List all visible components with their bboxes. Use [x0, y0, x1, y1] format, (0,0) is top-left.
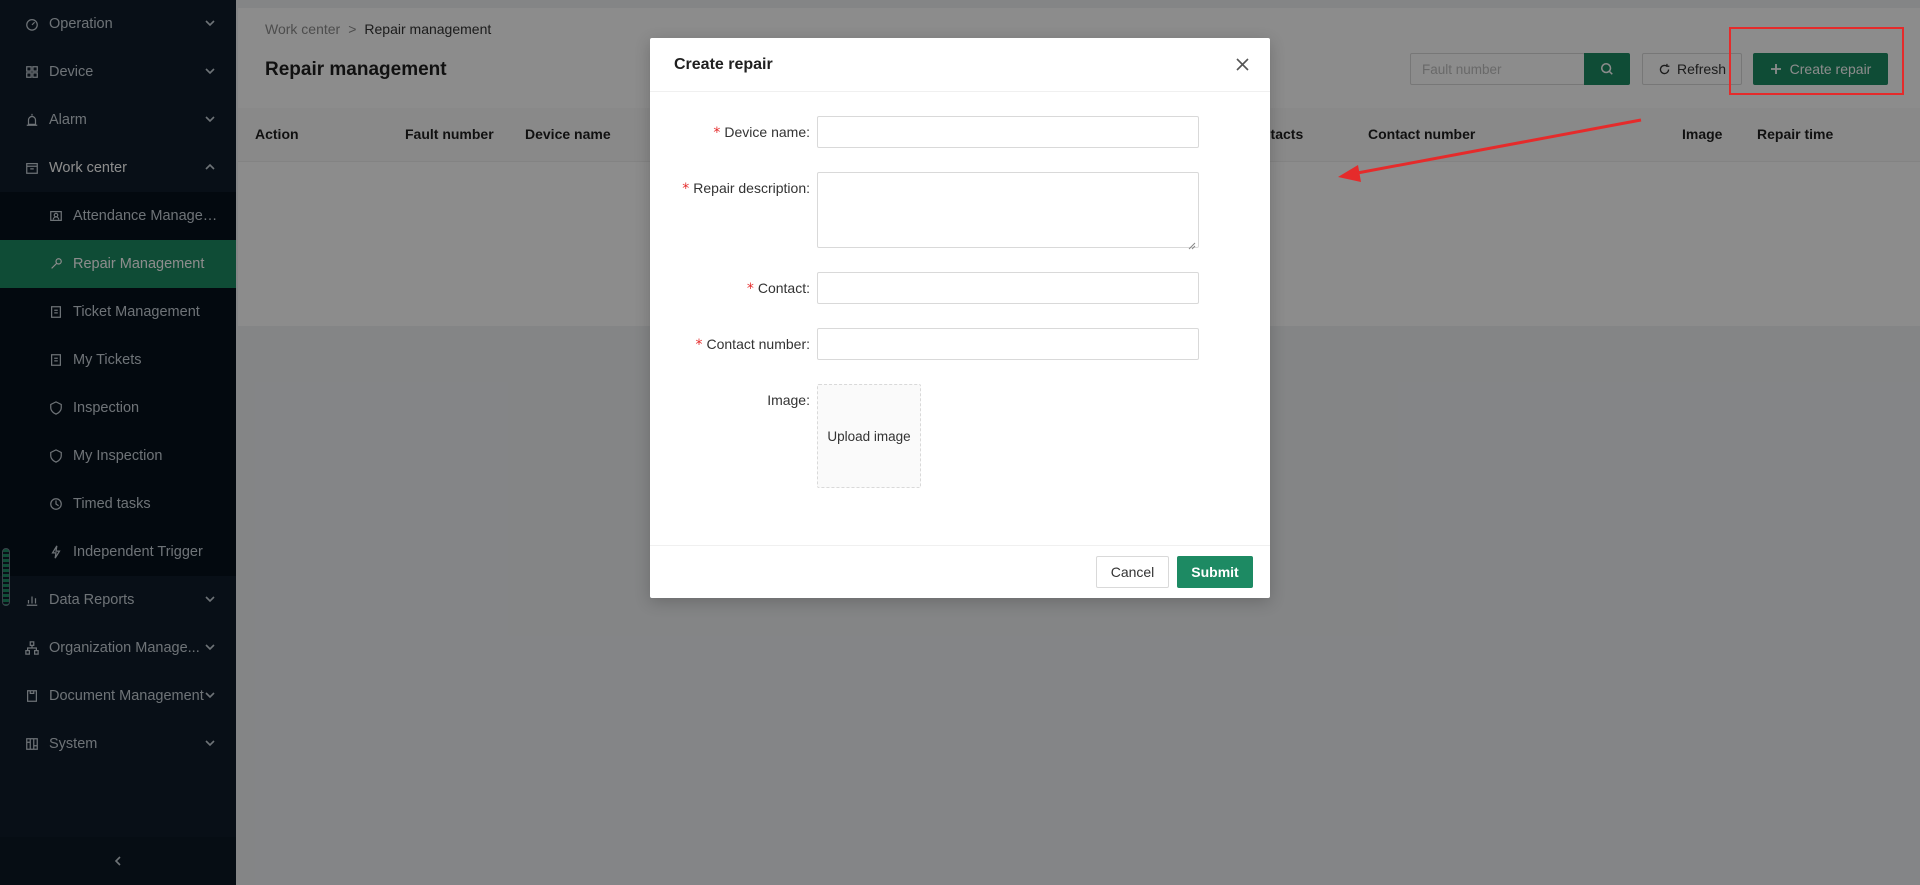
modal-title: Create repair: [674, 55, 773, 73]
repair-description-textarea[interactable]: [817, 172, 1199, 250]
contact-number-input[interactable]: [817, 328, 1199, 360]
create-repair-modal: Create repair * Device name: * Repair desc…: [650, 38, 1270, 598]
resize-grip-icon[interactable]: [1188, 237, 1196, 250]
device-name-label-text: Device name: [724, 124, 807, 140]
required-mark: *: [713, 125, 721, 141]
repair-description-label: * Repair description:: [682, 180, 810, 197]
modal-header: Create repair: [650, 38, 1270, 92]
image-label: Image:: [767, 392, 810, 408]
required-mark: *: [695, 337, 703, 353]
label-colon: :: [806, 280, 810, 296]
device-name-input[interactable]: [817, 116, 1199, 148]
required-mark: *: [746, 281, 754, 297]
cancel-button[interactable]: Cancel: [1096, 556, 1169, 588]
label-colon: :: [806, 336, 810, 352]
contact-label: * Contact:: [747, 280, 810, 297]
repair-description-label-text: Repair description: [693, 180, 807, 196]
contact-number-label: * Contact number:: [696, 336, 811, 353]
device-name-label: * Device name:: [713, 124, 810, 141]
submit-button[interactable]: Submit: [1177, 556, 1253, 588]
label-colon: :: [806, 180, 810, 196]
label-colon: :: [806, 124, 810, 140]
contact-label-text: Contact: [757, 280, 807, 296]
contact-input[interactable]: [817, 272, 1199, 304]
image-label-text: Image: [767, 392, 807, 408]
modal-footer: Cancel Submit: [650, 545, 1270, 598]
required-mark: *: [682, 181, 690, 197]
upload-image-label: Upload image: [827, 428, 911, 444]
label-colon: :: [806, 392, 810, 408]
upload-image-button[interactable]: Upload image: [817, 384, 921, 488]
close-icon[interactable]: [1235, 57, 1250, 72]
annotation-highlight-box: [1729, 27, 1904, 95]
contact-number-label-text: Contact number: [706, 336, 807, 352]
